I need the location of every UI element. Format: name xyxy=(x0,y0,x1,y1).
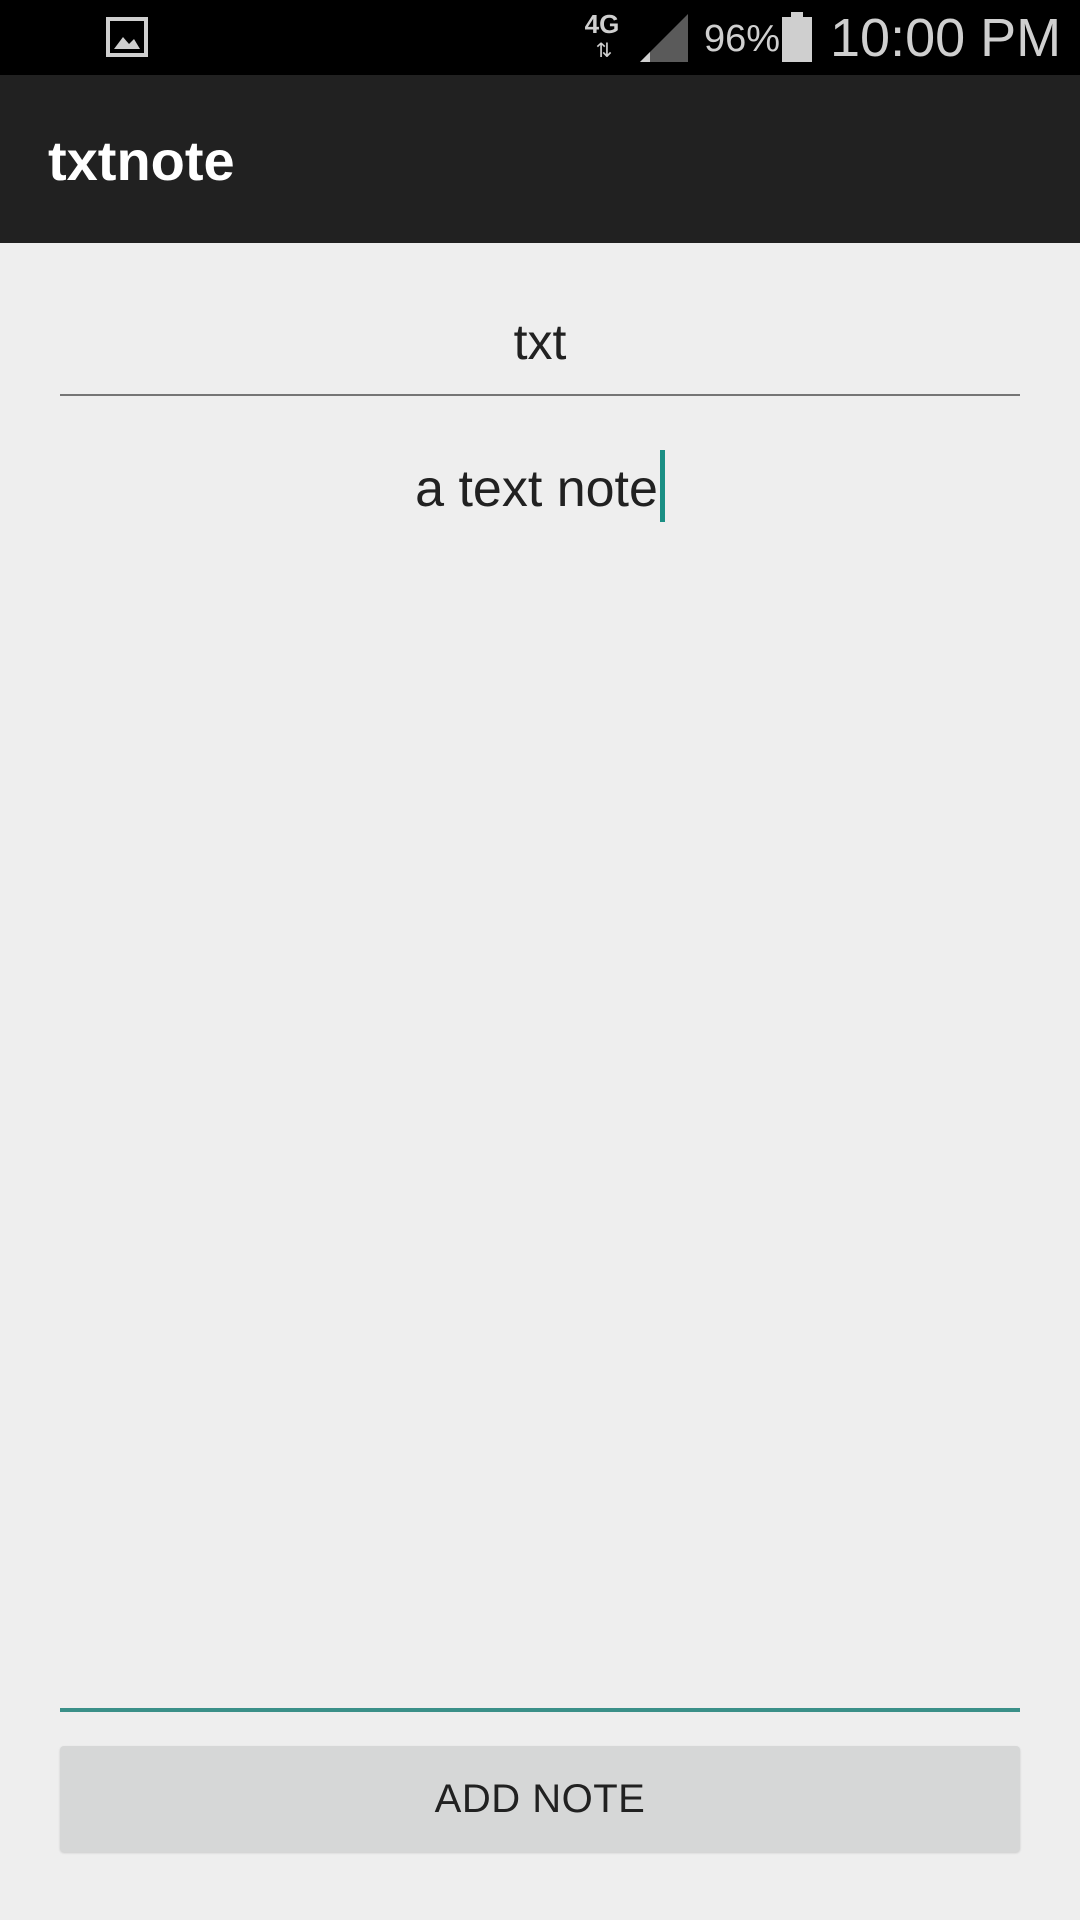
status-bar: 4G ⇅ 96% 10:00 PM xyxy=(0,0,1080,75)
network-indicator: 4G ⇅ xyxy=(582,10,622,66)
battery-percent: 96% xyxy=(704,18,781,60)
network-type-label: 4G xyxy=(584,9,620,39)
note-body-value: a text note xyxy=(415,460,658,518)
app-title: txtnote xyxy=(48,129,235,192)
note-body-content: a text note xyxy=(60,450,1020,522)
data-activity-icon: ⇅ xyxy=(595,40,613,62)
note-body-input[interactable]: a text note xyxy=(60,420,1020,1712)
text-cursor xyxy=(659,450,665,522)
clock: 10:00 PM xyxy=(830,8,1062,68)
note-title-input[interactable]: txt xyxy=(60,300,1020,396)
gallery-icon xyxy=(106,17,148,57)
app-bar: txtnote xyxy=(0,75,1080,243)
battery-icon xyxy=(782,12,812,62)
note-title-value: txt xyxy=(513,314,567,370)
add-note-button[interactable]: ADD NOTE xyxy=(60,1746,1020,1852)
signal-icon xyxy=(640,14,688,62)
